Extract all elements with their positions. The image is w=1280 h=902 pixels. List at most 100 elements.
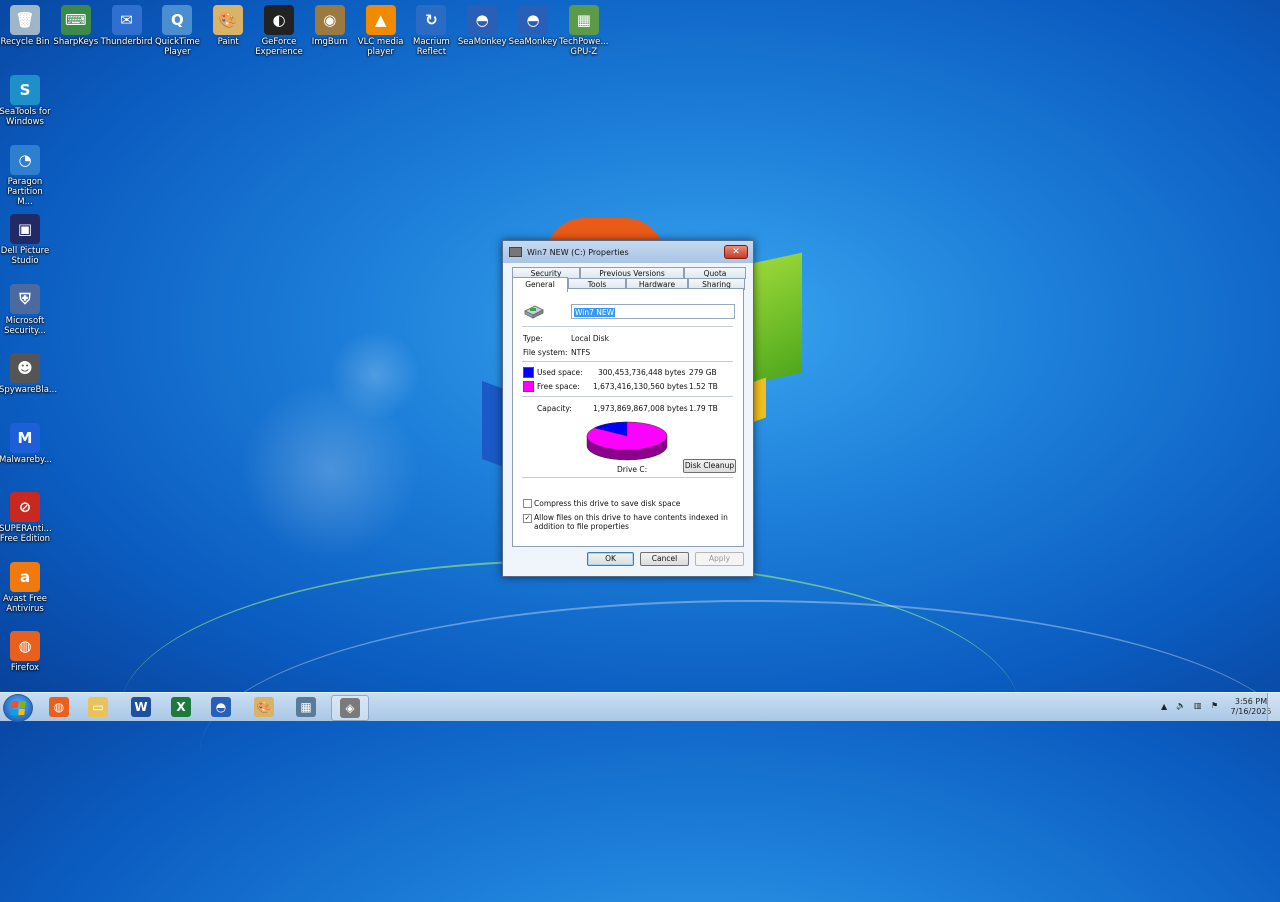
speaker-icon[interactable]: 🔈 <box>1176 701 1186 710</box>
taskbar-firefox[interactable]: ◍ <box>41 695 77 719</box>
dell-picture-studio-icon: ▣ <box>10 214 40 244</box>
taskbar-seamonkey[interactable]: ◓ <box>203 695 239 719</box>
free-space-size: 1.52 TB <box>689 382 718 391</box>
compress-label: Compress this drive to save disk space <box>534 499 681 508</box>
desktop-icon-gpuz[interactable]: ▦ TechPowe... GPU-Z <box>558 5 610 57</box>
apply-button[interactable]: Apply <box>695 552 744 566</box>
malwarebytes-icon: M <box>10 422 40 453</box>
start-button[interactable] <box>3 694 33 722</box>
desktop-icon-label: SeaMonkey <box>508 37 558 47</box>
compress-checkbox[interactable] <box>523 499 532 508</box>
network-icon: ▦ <box>296 697 316 717</box>
gpuz-icon: ▦ <box>568 5 599 35</box>
desktop-icon-dell-picture-studio[interactable]: ▣ Dell Picture Studio <box>0 214 51 266</box>
clock[interactable]: 3:56 PM 7/16/2025 <box>1230 697 1272 717</box>
desktop-icon-imgburn[interactable]: ◉ ImgBurn <box>304 5 356 47</box>
desktop-icon-paragon[interactable]: ◔ Paragon Partition M... <box>0 144 51 207</box>
desktop-icon-firefox[interactable]: ◍ Firefox <box>0 631 51 673</box>
desktop-icon-label: VLC media player <box>357 37 404 57</box>
avast-icon: a <box>10 561 40 592</box>
tab-general[interactable]: General <box>512 277 568 292</box>
desktop-icon-sharpkeys[interactable]: ⌨ SharpKeys <box>50 5 102 47</box>
desktop-icon-label: Thunderbird <box>100 37 153 47</box>
close-button[interactable]: ✕ <box>724 245 748 259</box>
show-hidden-icons-icon[interactable]: ▲ <box>1161 702 1167 711</box>
desktop-icon-geforce[interactable]: ◐ GeForce Experience <box>253 5 305 57</box>
word-icon: W <box>131 697 151 717</box>
show-desktop-button[interactable] <box>1267 693 1280 721</box>
desktop-icon-label: Paragon Partition M... <box>7 176 43 207</box>
desktop-icon-spywareblaster[interactable]: ☻ SpywareBla... <box>0 353 58 395</box>
desktop-icon-label: Microsoft Security... <box>4 315 46 336</box>
windows-logo-icon <box>10 701 26 715</box>
desktop-icon-label: Dell Picture Studio <box>0 246 50 266</box>
vlc-icon: ▲ <box>365 5 396 35</box>
imgburn-icon: ◉ <box>314 5 345 35</box>
used-space-bytes: 300,453,736,448 bytes <box>598 368 686 377</box>
geforce-icon: ◐ <box>264 5 294 35</box>
desktop-icon-label: ImgBurn <box>311 37 348 47</box>
desktop-icon-macrium[interactable]: ↻ Macrium Reflect <box>405 5 457 57</box>
dialog-title: Win7 NEW (C:) Properties <box>527 247 629 257</box>
excel-icon: X <box>171 697 191 717</box>
capacity-bytes: 1,973,869,867,008 bytes <box>593 404 688 413</box>
desktop-icon-label: SharpKeys <box>53 37 99 47</box>
folder-icon: ▭ <box>88 697 108 717</box>
free-space-bytes: 1,673,416,130,560 bytes <box>593 382 688 391</box>
disk-cleanup-button[interactable]: Disk Cleanup <box>683 459 736 473</box>
ok-button[interactable]: OK <box>587 552 634 566</box>
general-tab-panel: Win7 NEW Type: Local Disk File system: N… <box>512 288 744 547</box>
spywareblaster-icon: ☻ <box>10 353 40 383</box>
desktop-icon-malwarebytes[interactable]: M Malwareby... <box>0 422 52 465</box>
cancel-button[interactable]: Cancel <box>640 552 689 566</box>
index-label: Allow files on this drive to have conten… <box>534 513 728 531</box>
firefox-icon: ◍ <box>49 697 69 717</box>
paint-icon: 🎨 <box>254 697 274 717</box>
sharpkeys-icon: ⌨ <box>60 5 91 35</box>
desktop-icon-paint[interactable]: 🎨 Paint <box>202 5 254 47</box>
disk-usage-pie-chart <box>586 421 668 461</box>
desktop-icon-quicktime[interactable]: Q QuickTime Player <box>151 5 203 57</box>
network-tray-icon[interactable]: ▥ <box>1194 701 1202 710</box>
clock-date: 7/16/2025 <box>1230 707 1272 716</box>
desktop-icon-avast[interactable]: a Avast Free Antivirus <box>0 561 51 614</box>
firefox-icon: ◍ <box>10 631 40 661</box>
desktop-icon-vlc[interactable]: ▲ VLC media player <box>355 5 407 57</box>
desktop-icon-thunderbird[interactable]: ✉ Thunderbird <box>101 5 153 47</box>
volume-name-text: Win7 NEW <box>574 308 616 317</box>
desktop-icon-seamonkey[interactable]: ◓ SeaMonkey <box>507 5 559 47</box>
volume-name-input[interactable]: Win7 NEW <box>571 304 735 319</box>
taskbar-paint[interactable]: 🎨 <box>246 695 282 719</box>
index-check-mark: ✓ <box>524 514 531 522</box>
taskbar-network[interactable]: ▦ <box>288 695 324 719</box>
desktop-icon-microsoft-security[interactable]: ⛨ Microsoft Security... <box>0 283 51 336</box>
taskbar: ◍ ▭ W X ◓ 🎨 ▦ ◈ ▲ 🔈 ▥ ⚑ 3:56 PM 7/16/2025 <box>0 692 1280 722</box>
action-center-flag-icon[interactable]: ⚑ <box>1211 701 1218 710</box>
microsoft-security-icon: ⛨ <box>10 283 40 314</box>
desktop-icon-label: SeaMonkey <box>457 37 507 47</box>
taskbar-drive-properties[interactable]: ◈ <box>331 695 369 721</box>
desktop-icon-seatools[interactable]: S SeaTools for Windows <box>0 75 51 127</box>
separator <box>522 477 733 478</box>
index-checkbox[interactable]: ✓ <box>523 514 532 523</box>
desktop-icon-recycle-bin[interactable]: 🗑 Recycle Bin <box>0 5 51 47</box>
desktop-icon-label: Avast Free Antivirus <box>2 593 48 614</box>
quicktime-icon: Q <box>162 5 193 35</box>
desktop-icon-label: SpywareBla... <box>0 385 58 395</box>
macrium-icon: ↻ <box>416 5 447 35</box>
desktop-icon-seamonkey[interactable]: ◓ SeaMonkey <box>456 5 508 47</box>
desktop-icon-label: QuickTime Player <box>154 37 200 57</box>
taskbar-explorer[interactable]: ▭ <box>80 695 116 719</box>
desktop-icon-label: Firefox <box>10 663 40 673</box>
capacity-label: Capacity: <box>537 404 572 413</box>
taskbar-word[interactable]: W <box>123 695 159 719</box>
desktop-icon-label: TechPowe... GPU-Z <box>559 37 609 57</box>
used-space-swatch <box>523 367 534 378</box>
drive-icon <box>509 247 522 257</box>
taskbar-excel[interactable]: X <box>163 695 199 719</box>
desktop-icon-superantispyware[interactable]: ⊘ SUPERAnti... Free Edition <box>0 492 52 544</box>
file-system-label: File system: <box>523 348 568 357</box>
desktop-icon-label: Malwareby... <box>0 454 52 465</box>
free-space-label: Free space: <box>537 382 580 391</box>
dialog-titlebar[interactable]: Win7 NEW (C:) Properties ✕ <box>503 241 753 263</box>
